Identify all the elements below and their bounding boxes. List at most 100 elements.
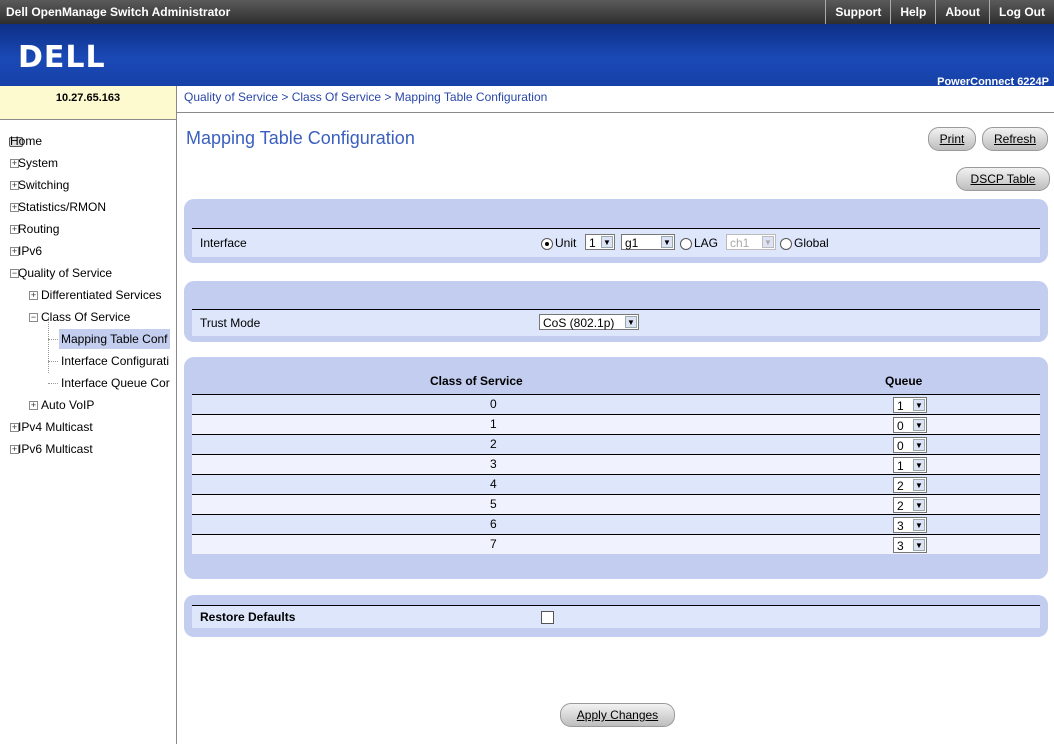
nav-statistics[interactable]: + Statistics/RMON	[0, 196, 176, 218]
breadcrumb[interactable]: Quality of Service > Class Of Service > …	[184, 90, 547, 104]
lag-radio[interactable]	[680, 238, 692, 250]
cos-row: 4 2 ▼	[192, 474, 1040, 494]
trust-mode-row: Trust Mode CoS (802.1p) ▼	[192, 309, 1040, 336]
model-name: PowerConnect 6224P	[937, 76, 1049, 88]
queue-value: 1	[897, 399, 904, 413]
chevron-down-icon: ▼	[913, 419, 925, 431]
banner: DELL PowerConnect 6224P	[0, 24, 1054, 88]
nav-label: Differentiated Services	[41, 288, 162, 302]
nav-label: Home	[10, 134, 43, 148]
chevron-down-icon: ▼	[913, 479, 925, 491]
expand-icon[interactable]: +	[29, 291, 38, 300]
restore-panel: Restore Defaults	[184, 595, 1048, 637]
nav-interface-queue[interactable]: Interface Queue Cor	[0, 372, 176, 394]
queue-select[interactable]: 2 ▼	[893, 477, 927, 493]
support-link[interactable]: Support	[825, 0, 890, 24]
unit-select[interactable]: 1 ▼	[585, 234, 615, 250]
interface-label: Interface	[200, 236, 247, 250]
nav-label: Class Of Service	[41, 310, 131, 324]
lag-select[interactable]: ch1 ▼	[726, 234, 776, 250]
dscp-table-button[interactable]: DSCP Table	[956, 167, 1050, 191]
apply-changes-button[interactable]: Apply Changes	[560, 703, 675, 727]
nav-qos[interactable]: − Quality of Service	[0, 262, 176, 284]
unit-label: Unit	[555, 236, 577, 250]
nav-interface-config[interactable]: Interface Configurati	[0, 350, 176, 372]
tree-connector	[48, 383, 58, 384]
trust-mode-label: Trust Mode	[200, 316, 261, 330]
help-link[interactable]: Help	[890, 0, 935, 24]
queue-select[interactable]: 0 ▼	[893, 437, 927, 453]
unit-value: 1	[589, 236, 596, 250]
trust-mode-select[interactable]: CoS (802.1p) ▼	[539, 314, 639, 330]
cos-value: 7	[490, 537, 497, 551]
nav-cos[interactable]: − Class Of Service	[0, 306, 176, 328]
tree-connector	[48, 317, 49, 373]
nav-diffserv[interactable]: + Differentiated Services	[0, 284, 176, 306]
collapse-icon[interactable]: −	[29, 313, 38, 322]
chevron-down-icon: ▼	[913, 399, 925, 411]
queue-select[interactable]: 3 ▼	[893, 537, 927, 553]
cos-row: 2 0 ▼	[192, 434, 1040, 454]
nav-routing[interactable]: + Routing	[0, 218, 176, 240]
port-value: g1	[625, 236, 639, 250]
cos-value: 6	[490, 517, 497, 531]
restore-defaults-label: Restore Defaults	[200, 610, 296, 624]
lag-value: ch1	[730, 236, 750, 250]
print-button[interactable]: Print	[928, 127, 976, 151]
cos-table-panel: Class of Service Queue 0 1 ▼ 1 0 ▼ 2 0 ▼ 3 1 ▼ 4 2 ▼ 5 2…	[184, 357, 1048, 579]
unit-radio[interactable]	[541, 238, 553, 250]
nav-switching[interactable]: + Switching	[0, 174, 176, 196]
restore-defaults-checkbox[interactable]	[541, 611, 554, 624]
queue-select[interactable]: 0 ▼	[893, 417, 927, 433]
queue-select[interactable]: 2 ▼	[893, 497, 927, 513]
expand-icon[interactable]: +	[29, 401, 38, 410]
port-select[interactable]: g1 ▼	[621, 234, 675, 250]
global-radio[interactable]	[780, 238, 792, 250]
queue-value: 3	[897, 519, 904, 533]
nav-ipv4-multicast[interactable]: + IPv4 Multicast	[0, 416, 176, 438]
queue-select[interactable]: 3 ▼	[893, 517, 927, 533]
nav-label: IPv6	[18, 244, 43, 258]
interface-panel: Interface Unit 1 ▼ g1 ▼ LAG ch1 ▼ Global	[184, 199, 1048, 263]
nav-home[interactable]: Home	[0, 130, 176, 152]
cos-row: 7 3 ▼	[192, 534, 1040, 554]
chevron-down-icon: ▼	[625, 316, 637, 328]
cos-value: 3	[490, 457, 497, 471]
cos-value: 1	[490, 417, 497, 431]
nav-auto-voip[interactable]: + Auto VoIP	[0, 394, 176, 416]
cos-row: 5 2 ▼	[192, 494, 1040, 514]
switch-ip: 10.27.65.163	[0, 86, 176, 120]
chevron-down-icon: ▼	[913, 539, 925, 551]
chevron-down-icon: ▼	[913, 499, 925, 511]
refresh-button[interactable]: Refresh	[982, 127, 1048, 151]
nav-ipv6-multicast[interactable]: + IPv6 Multicast	[0, 438, 176, 460]
logout-link[interactable]: Log Out	[989, 0, 1054, 24]
queue-column-header: Queue	[885, 374, 923, 388]
nav-label: Interface Queue Cor	[61, 376, 170, 390]
nav-label: Quality of Service	[18, 266, 113, 280]
nav-mapping-table[interactable]: Mapping Table Conf	[0, 328, 176, 350]
nav-system[interactable]: + System	[0, 152, 176, 174]
queue-value: 0	[897, 419, 904, 433]
cos-value: 5	[490, 497, 497, 511]
cos-row: 1 0 ▼	[192, 414, 1040, 434]
nav-ipv6[interactable]: + IPv6	[0, 240, 176, 262]
queue-select[interactable]: 1 ▼	[893, 457, 927, 473]
about-link[interactable]: About	[935, 0, 989, 24]
nav-label: IPv6 Multicast	[18, 442, 93, 456]
cos-row: 6 3 ▼	[192, 514, 1040, 534]
queue-select[interactable]: 1 ▼	[893, 397, 927, 413]
queue-value: 0	[897, 439, 904, 453]
app-title: Dell OpenManage Switch Administrator	[6, 5, 231, 19]
cos-row: 0 1 ▼	[192, 394, 1040, 414]
queue-value: 3	[897, 539, 904, 553]
chevron-down-icon: ▼	[913, 519, 925, 531]
queue-value: 2	[897, 479, 904, 493]
tree-connector	[48, 361, 58, 362]
nav-label: Mapping Table Conf	[59, 329, 170, 349]
global-label: Global	[794, 236, 829, 250]
chevron-down-icon: ▼	[762, 236, 774, 248]
nav-label: IPv4 Multicast	[18, 420, 93, 434]
top-links: Support Help About Log Out	[825, 0, 1054, 24]
cos-value: 0	[490, 397, 497, 411]
